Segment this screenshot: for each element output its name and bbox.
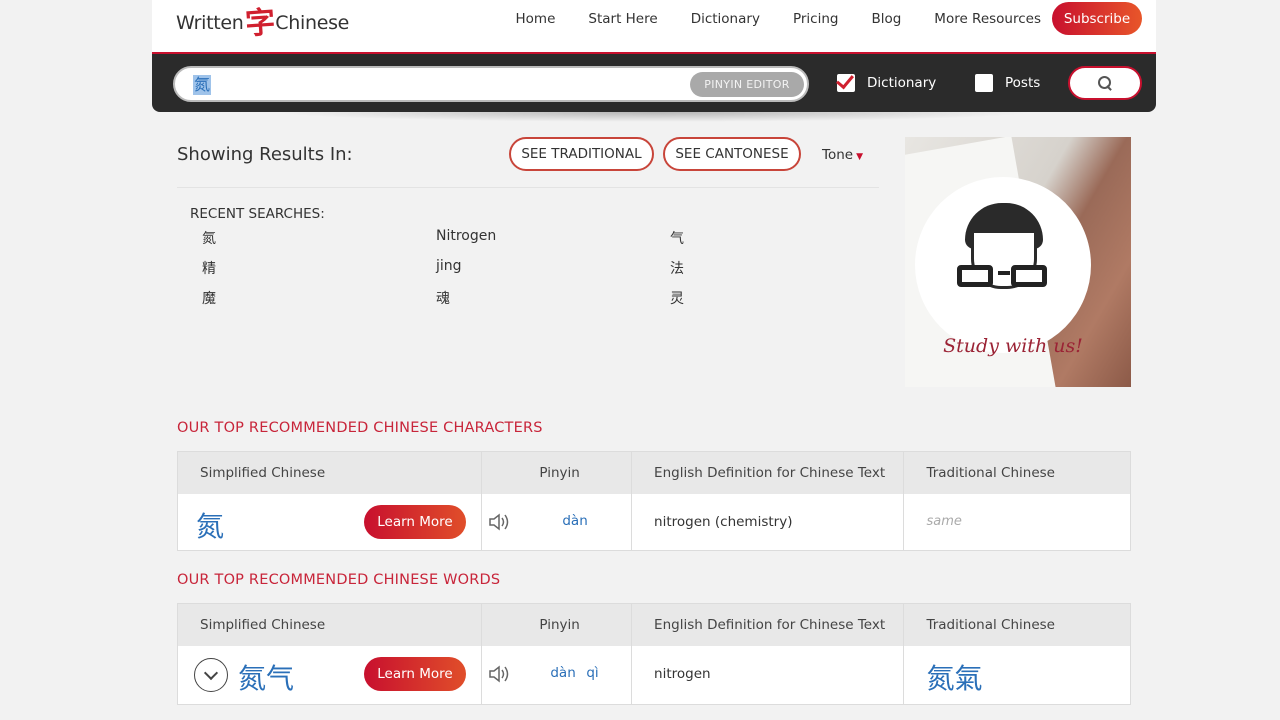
traditional-word[interactable]: 氮氣 bbox=[926, 657, 982, 697]
showing-results-label: Showing Results In: bbox=[177, 144, 353, 165]
search-icon bbox=[1098, 76, 1112, 90]
recent-searches-title: RECENT SEARCHES: bbox=[190, 206, 325, 222]
header-definition: English Definition for Chinese Text bbox=[654, 465, 886, 481]
expand-chevron-icon[interactable] bbox=[194, 658, 228, 692]
logo-text-chinese: Chinese bbox=[275, 12, 350, 34]
logo-mark: 字 bbox=[243, 4, 276, 42]
nav-home[interactable]: Home bbox=[516, 11, 556, 27]
table-header: Simplified Chinese Pinyin English Defini… bbox=[178, 604, 1130, 646]
subscribe-button[interactable]: Subscribe bbox=[1052, 2, 1142, 35]
learn-more-button[interactable]: Learn More bbox=[364, 657, 466, 691]
nav-dictionary[interactable]: Dictionary bbox=[691, 11, 760, 27]
header-pinyin: Pinyin bbox=[539, 465, 580, 481]
recent-search-item[interactable]: 氮 bbox=[202, 228, 216, 248]
main-nav: Home Start Here Dictionary Pricing Blog … bbox=[516, 2, 1142, 35]
logo-text-written: Written bbox=[176, 12, 244, 34]
pinyin-editor-button[interactable]: PINYIN EDITOR bbox=[690, 72, 804, 97]
posts-filter[interactable]: Posts bbox=[975, 74, 1040, 92]
chevron-down-icon: ▼ bbox=[856, 152, 863, 162]
table-row: 氮气 Learn More dàn qì nitrogen 氮氣 bbox=[178, 646, 1130, 704]
top-header: Written 字 Chinese Home Start Here Dictio… bbox=[152, 0, 1156, 52]
dictionary-checkbox-label: Dictionary bbox=[867, 75, 937, 91]
simplified-character[interactable]: 氮 bbox=[196, 505, 224, 545]
header-definition: English Definition for Chinese Text bbox=[654, 617, 886, 633]
words-table: Simplified Chinese Pinyin English Defini… bbox=[177, 603, 1131, 705]
header-simplified: Simplified Chinese bbox=[200, 617, 326, 633]
ad-text: Study with us! bbox=[943, 335, 1083, 357]
see-traditional-button[interactable]: SEE TRADITIONAL bbox=[509, 137, 654, 171]
recent-search-item[interactable]: 气 bbox=[670, 228, 684, 248]
definition-text: nitrogen bbox=[654, 666, 711, 682]
header-traditional: Traditional Chinese bbox=[926, 465, 1055, 481]
site-logo[interactable]: Written 字 Chinese bbox=[176, 4, 349, 42]
speaker-icon[interactable] bbox=[488, 664, 510, 684]
nav-more-resources[interactable]: More Resources bbox=[934, 11, 1041, 27]
table-row: 氮 Learn More dàn nitrogen (chemistry) sa… bbox=[178, 494, 1130, 550]
recent-search-item[interactable]: 法 bbox=[670, 258, 684, 278]
glasses-bridge bbox=[998, 271, 1010, 275]
learn-more-button[interactable]: Learn More bbox=[364, 505, 466, 539]
search-button[interactable] bbox=[1068, 66, 1142, 100]
search-bar: 氮 PINYIN EDITOR Dictionary Posts bbox=[152, 52, 1156, 122]
simplified-word[interactable]: 氮气 bbox=[238, 657, 294, 697]
search-input[interactable]: 氮 bbox=[193, 75, 212, 95]
pinyin-syllable[interactable]: qì bbox=[586, 665, 598, 681]
recent-search-item[interactable]: 魂 bbox=[436, 288, 450, 308]
dictionary-filter[interactable]: Dictionary bbox=[837, 74, 936, 92]
characters-section-title: OUR TOP RECOMMENDED CHINESE CHARACTERS bbox=[177, 420, 543, 436]
recent-search-item[interactable]: 魔 bbox=[202, 288, 216, 308]
dictionary-checkbox[interactable] bbox=[837, 74, 855, 92]
glasses-icon bbox=[1011, 265, 1047, 287]
nav-blog[interactable]: Blog bbox=[871, 11, 901, 27]
table-header: Simplified Chinese Pinyin English Defini… bbox=[178, 452, 1130, 494]
tone-label: Tone bbox=[822, 147, 854, 163]
divider bbox=[177, 187, 879, 188]
pinyin-syllable[interactable]: dàn bbox=[550, 665, 575, 681]
recent-search-item[interactable]: jing bbox=[436, 258, 462, 274]
traditional-same-text: same bbox=[926, 514, 962, 529]
see-cantonese-button[interactable]: SEE CANTONESE bbox=[663, 137, 801, 171]
pinyin-text[interactable]: dàn bbox=[562, 513, 587, 529]
recent-search-item[interactable]: Nitrogen bbox=[436, 228, 496, 244]
definition-text: nitrogen (chemistry) bbox=[654, 514, 793, 530]
header-pinyin: Pinyin bbox=[539, 617, 580, 633]
words-section-title: OUR TOP RECOMMENDED CHINESE WORDS bbox=[177, 572, 501, 588]
posts-checkbox-label: Posts bbox=[1005, 75, 1041, 91]
glasses-icon bbox=[957, 265, 993, 287]
tone-dropdown[interactable]: Tone ▼ bbox=[822, 147, 863, 163]
header-traditional: Traditional Chinese bbox=[926, 617, 1055, 633]
ad-badge: Study with us! bbox=[915, 177, 1091, 357]
header-simplified: Simplified Chinese bbox=[200, 465, 326, 481]
posts-checkbox[interactable] bbox=[975, 74, 993, 92]
recent-search-item[interactable]: 精 bbox=[202, 258, 216, 278]
study-with-us-ad[interactable]: Study with us! bbox=[905, 137, 1131, 387]
recent-search-item[interactable]: 灵 bbox=[670, 288, 684, 308]
nav-pricing[interactable]: Pricing bbox=[793, 11, 839, 27]
nav-start-here[interactable]: Start Here bbox=[588, 11, 657, 27]
characters-table: Simplified Chinese Pinyin English Defini… bbox=[177, 451, 1131, 551]
search-field[interactable]: 氮 PINYIN EDITOR bbox=[173, 66, 809, 102]
speaker-icon[interactable] bbox=[488, 512, 510, 532]
